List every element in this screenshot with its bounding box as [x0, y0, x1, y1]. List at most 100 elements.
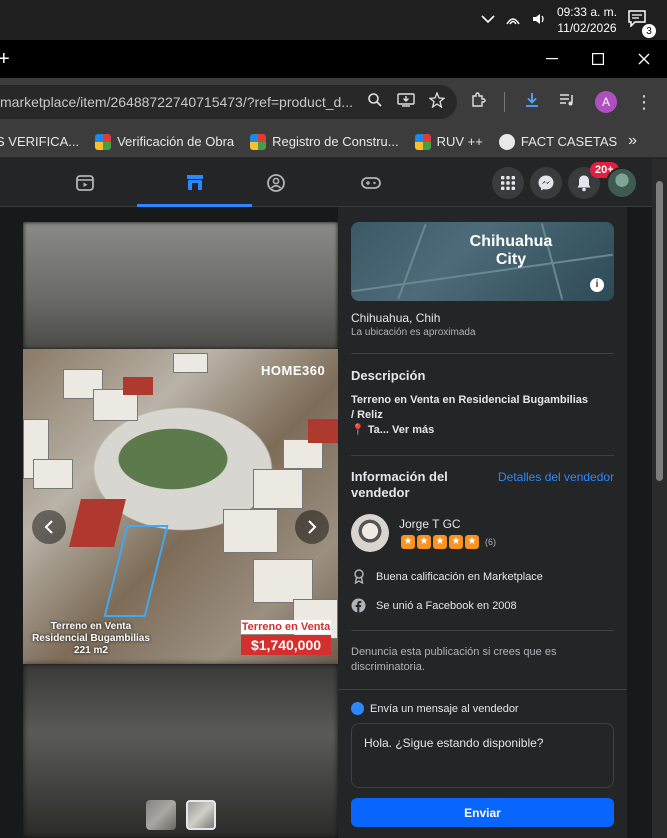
map-road	[397, 224, 427, 299]
listing-photo-viewer: HOME360 Terreno en Venta Residencial Bug…	[23, 222, 338, 838]
bookmark-star-icon[interactable]	[428, 90, 446, 113]
description-text: Terreno en Venta en Residencial Bugambil…	[351, 393, 614, 438]
bookmark-item[interactable]: Verificación de Obra	[95, 133, 235, 150]
photo-house	[253, 469, 303, 509]
bookmark-item[interactable]: S VERIFICA...	[0, 134, 79, 149]
photo-house	[173, 353, 208, 373]
bookmark-label: S VERIFICA...	[0, 134, 80, 149]
bookmark-item[interactable]: RUV ++	[414, 133, 483, 150]
see-more-link[interactable]: Ver más	[392, 424, 434, 436]
bookmark-label: Verificación de Obra	[117, 134, 235, 149]
seller-info-heading: Información del vendedor	[351, 469, 448, 501]
account-avatar[interactable]	[606, 167, 638, 199]
extensions-puzzle-icon[interactable]	[470, 91, 486, 113]
install-app-icon[interactable]	[397, 92, 415, 113]
next-photo-button[interactable]	[295, 510, 329, 544]
bookmark-label: RUV ++	[436, 134, 483, 149]
bookmarks-overflow-button[interactable]: »	[628, 132, 637, 150]
seller-avatar[interactable]	[351, 514, 389, 552]
heading-line: vendedor	[351, 485, 410, 500]
toolbar-separator	[504, 92, 505, 112]
joined-text: Se unió a Facebook en 2008	[376, 599, 517, 612]
maximize-button[interactable]	[575, 40, 621, 78]
messenger-button[interactable]	[530, 167, 562, 199]
groups-icon	[266, 174, 285, 192]
sale-label: Terreno en Venta	[241, 620, 331, 634]
url-text[interactable]: marketplace/item/26488722740715473/?ref=…	[0, 94, 355, 110]
profile-avatar[interactable]: A	[595, 91, 617, 113]
wifi-icon[interactable]	[505, 12, 521, 29]
bookmark-item[interactable]: FACT CASETAS	[498, 133, 617, 150]
bookmark-label: Registro de Constru...	[272, 134, 399, 149]
seller-rating[interactable]: ★ ★ ★ ★ ★ (6)	[401, 535, 496, 549]
report-listing-text[interactable]: Denuncia esta publicación si crees que e…	[351, 645, 591, 675]
page-scrollbar[interactable]	[652, 159, 667, 838]
message-input[interactable]: Hola. ¿Sigue estando disponible?	[351, 723, 614, 788]
listing-details-panel: Chihuahua City i Chihuahua, Chih La ubic…	[338, 207, 627, 838]
favicon-icon	[95, 133, 112, 150]
new-tab-button[interactable]: +	[0, 48, 10, 71]
map-city-label: Chihuahua City	[451, 233, 571, 269]
photo-house	[223, 509, 278, 553]
address-bar[interactable]: marketplace/item/26488722740715473/?ref=…	[0, 85, 457, 119]
toolbar-actions: A ⋮	[470, 78, 653, 126]
description-line: 📍 Ta... Ver más	[351, 423, 614, 438]
taskbar-clock[interactable]: 09:33 a. m. 11/02/2026	[557, 4, 617, 36]
star-icon: ★	[465, 535, 479, 549]
map-info-icon[interactable]: i	[590, 278, 604, 292]
tab-video[interactable]	[27, 159, 142, 207]
chevron-left-icon	[44, 520, 53, 534]
rating-count: (6)	[485, 537, 496, 547]
chevron-up-icon[interactable]	[481, 13, 495, 27]
location-note: La ubicación es aproximada	[351, 327, 476, 338]
description-heading: Descripción	[351, 368, 426, 383]
video-icon	[75, 175, 94, 191]
chevron-right-icon	[308, 520, 317, 534]
previous-photo-button[interactable]	[32, 510, 66, 544]
photo-thumbnails	[146, 800, 216, 830]
photo-house	[283, 439, 323, 469]
seller-details-link[interactable]: Detalles del vendedor	[498, 470, 614, 484]
media-controls-icon[interactable]	[559, 92, 577, 113]
volume-icon[interactable]	[531, 12, 547, 29]
watermark-logo: HOME360	[261, 363, 326, 378]
facebook-nav: 20+	[0, 159, 652, 207]
send-message-button[interactable]: Enviar	[351, 798, 614, 827]
menu-grid-button[interactable]	[492, 167, 524, 199]
award-icon	[351, 569, 366, 584]
description-line: Terreno en Venta en Residencial Bugambil…	[351, 394, 588, 406]
facebook-logo-icon	[351, 598, 366, 613]
blurred-photo-backdrop-top	[23, 222, 338, 349]
minimize-button[interactable]	[529, 40, 575, 78]
seller-name[interactable]: Jorge T GC	[399, 517, 461, 531]
browser-titlebar: +	[0, 40, 667, 78]
listing-main-photo[interactable]: HOME360 Terreno en Venta Residencial Bug…	[23, 349, 338, 664]
favicon-icon	[414, 133, 431, 150]
message-seller-section: Envía un mensaje al vendedor Hola. ¿Sigu…	[338, 689, 627, 838]
tab-gaming[interactable]	[313, 159, 428, 207]
price-sticker: Terreno en Venta $1,740,000	[241, 620, 331, 655]
close-window-button[interactable]	[621, 40, 667, 78]
joined-facebook-info: Se unió a Facebook en 2008	[351, 598, 517, 613]
sale-price: $1,740,000	[241, 635, 331, 655]
photo-thumbnail-selected[interactable]	[186, 800, 216, 830]
notification-center-button[interactable]: 3	[627, 9, 657, 39]
location-map[interactable]: Chihuahua City i	[351, 222, 614, 301]
menu-kebab-icon[interactable]: ⋮	[635, 92, 653, 113]
scrollbar-thumb[interactable]	[656, 181, 663, 481]
window-controls	[529, 40, 667, 78]
pin-icon: 📍	[351, 424, 365, 436]
downloads-icon[interactable]	[523, 91, 541, 114]
photo-thumbnail[interactable]	[146, 800, 176, 830]
clock-time: 09:33 a. m.	[556, 5, 617, 19]
map-city-line: City	[495, 251, 527, 268]
notification-count-badge: 3	[641, 23, 657, 39]
divider	[351, 353, 614, 354]
zoom-icon[interactable]	[367, 92, 383, 113]
bookmark-item[interactable]: Registro de Constru...	[250, 133, 399, 150]
os-taskbar: 09:33 a. m. 11/02/2026 3	[0, 0, 667, 40]
messenger-icon	[351, 702, 364, 715]
clock-date: 11/02/2026	[557, 21, 617, 35]
location-text: Chihuahua, Chih	[351, 311, 441, 325]
message-header: Envía un mensaje al vendedor	[351, 702, 519, 715]
